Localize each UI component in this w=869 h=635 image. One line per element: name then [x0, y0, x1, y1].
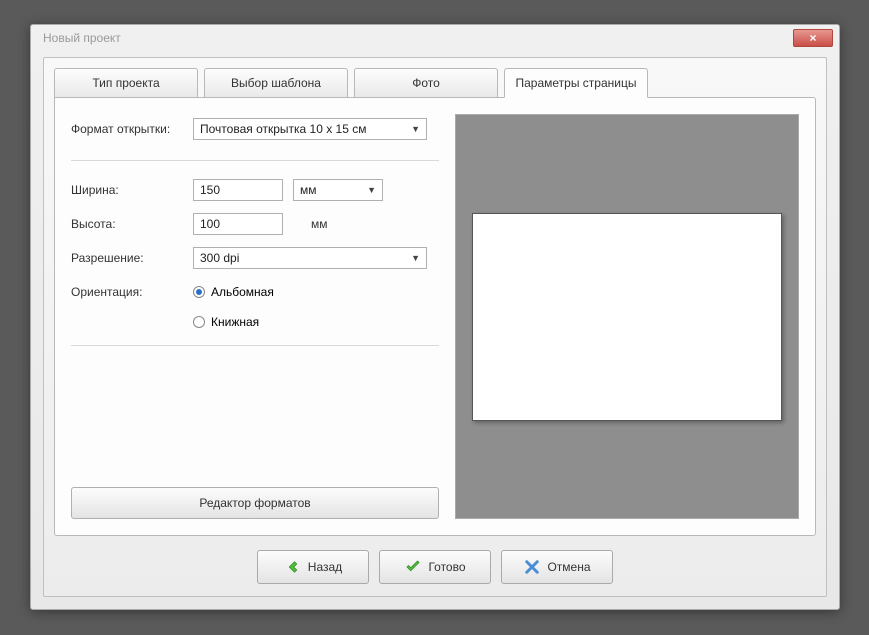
tab-project-type[interactable]: Тип проекта: [54, 68, 198, 98]
row-format: Формат открытки: Почтовая открытка 10 х …: [71, 114, 439, 144]
tab-photo[interactable]: Фото: [354, 68, 498, 98]
chevron-down-icon: ▼: [411, 124, 420, 134]
row-height: Высота: мм: [71, 209, 439, 239]
resolution-combo[interactable]: 300 dpi ▼: [193, 247, 427, 269]
row-width: Ширина: мм ▼: [71, 175, 439, 205]
orientation-label: Ориентация:: [71, 285, 193, 299]
preview-area: [455, 114, 799, 519]
cancel-label: Отмена: [547, 560, 590, 574]
row-resolution: Разрешение: 300 dpi ▼: [71, 243, 439, 273]
format-editor-button[interactable]: Редактор форматов: [71, 487, 439, 519]
format-value: Почтовая открытка 10 х 15 см: [200, 122, 367, 136]
format-combo[interactable]: Почтовая открытка 10 х 15 см ▼: [193, 118, 427, 140]
cancel-button[interactable]: Отмена: [501, 550, 613, 584]
dialog-body: Тип проекта Выбор шаблона Фото Параметры…: [43, 57, 827, 597]
tab-panel: Формат открытки: Почтовая открытка 10 х …: [54, 97, 816, 536]
spacer: [71, 360, 439, 487]
window-title: Новый проект: [37, 31, 793, 45]
close-button[interactable]: ×: [793, 29, 833, 47]
radio-landscape[interactable]: [193, 286, 205, 298]
radio-landscape-label: Альбомная: [211, 285, 274, 299]
chevron-down-icon: ▼: [411, 253, 420, 263]
footer-buttons: Назад Готово Отмена: [44, 550, 826, 584]
resolution-label: Разрешение:: [71, 251, 193, 265]
width-unit-value: мм: [300, 183, 317, 197]
done-button[interactable]: Готово: [379, 550, 491, 584]
back-label: Назад: [308, 560, 342, 574]
tab-template[interactable]: Выбор шаблона: [204, 68, 348, 98]
width-label: Ширина:: [71, 183, 193, 197]
separator: [71, 160, 439, 161]
back-button[interactable]: Назад: [257, 550, 369, 584]
height-unit: мм: [311, 217, 328, 231]
chevron-down-icon: ▼: [367, 185, 376, 195]
radio-portrait[interactable]: [193, 316, 205, 328]
check-icon: [404, 558, 422, 576]
page-preview: [472, 213, 782, 421]
titlebar: Новый проект ×: [31, 25, 839, 51]
dialog-window: Новый проект × Тип проекта Выбор шаблона…: [30, 24, 840, 610]
format-label: Формат открытки:: [71, 122, 193, 136]
cross-icon: [523, 558, 541, 576]
close-icon: ×: [809, 31, 816, 45]
format-editor-label: Редактор форматов: [199, 496, 310, 510]
height-input[interactable]: [193, 213, 283, 235]
width-unit-combo[interactable]: мм ▼: [293, 179, 383, 201]
row-orientation-2: Книжная: [71, 311, 439, 333]
height-label: Высота:: [71, 217, 193, 231]
settings-column: Формат открытки: Почтовая открытка 10 х …: [71, 114, 439, 519]
row-orientation: Ориентация: Альбомная: [71, 277, 439, 307]
radio-portrait-label: Книжная: [211, 315, 259, 329]
done-label: Готово: [428, 560, 465, 574]
tab-bar: Тип проекта Выбор шаблона Фото Параметры…: [44, 58, 826, 98]
arrow-left-icon: [284, 558, 302, 576]
separator: [71, 345, 439, 346]
resolution-value: 300 dpi: [200, 251, 239, 265]
tab-page-params[interactable]: Параметры страницы: [504, 68, 648, 98]
width-input[interactable]: [193, 179, 283, 201]
